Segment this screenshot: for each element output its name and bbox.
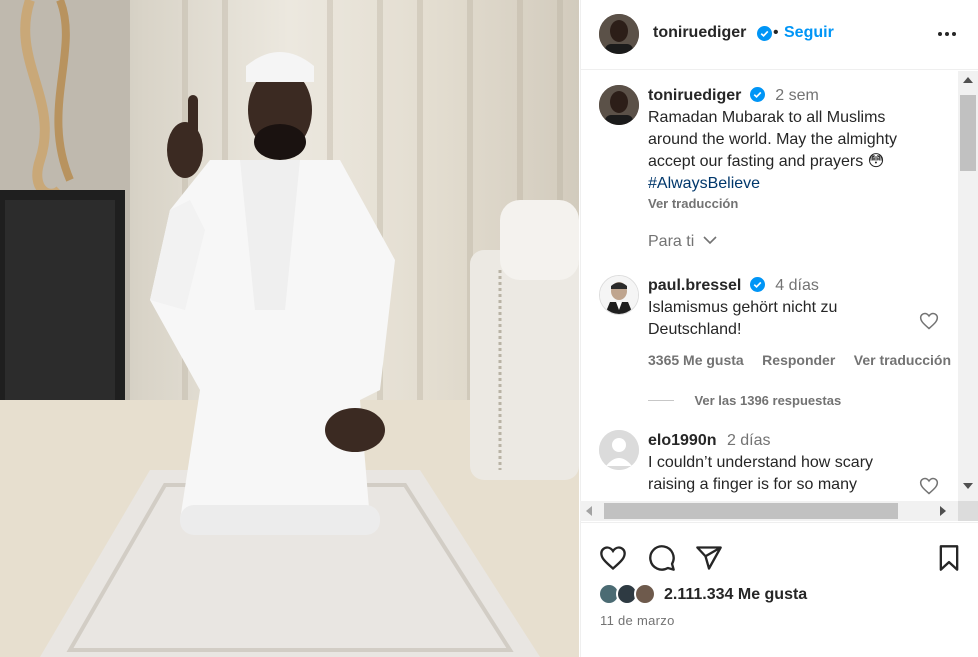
caption-text-line: Ramadan Mubarak to all Muslims [648,109,886,126]
verified-badge-icon [749,87,765,102]
photo-illustration [0,0,579,657]
scroll-up-arrow-icon[interactable] [963,77,973,83]
comment-text-line: Deutschland! [648,321,742,338]
view-replies-label: Ver las 1396 respuestas [694,393,842,408]
comments-vertical-scrollbar[interactable] [958,71,978,501]
comment-time[interactable]: 4 días [775,277,819,294]
commenter-avatar[interactable] [599,430,639,470]
comment-translate-link[interactable]: Ver traducción [854,352,951,368]
verified-badge-icon [757,26,772,41]
chevron-down-icon [703,236,717,245]
caption: toniruediger 2 sem Ramadan Mubarak to al… [648,85,948,211]
caption-translate-link[interactable]: Ver traducción [648,196,948,211]
post-photo[interactable] [0,0,579,657]
caption-time[interactable]: 2 sem [775,87,819,104]
for-you-toggle[interactable]: Para ti [648,231,978,253]
verified-badge-icon [749,277,765,292]
comment-text-line: raising a finger is for so many [648,476,857,493]
follow-button[interactable]: Seguir [784,24,834,42]
comment-text-line: I couldn’t understand how scary [648,454,874,471]
commenter-avatar[interactable] [599,275,639,315]
post-header: toniruediger • Seguir [581,0,978,70]
scroll-down-arrow-icon[interactable] [963,483,973,489]
comment-bubble-icon[interactable] [648,544,676,572]
caption-username[interactable]: toniruediger [648,87,741,104]
replies-line [648,400,674,401]
caption-avatar[interactable] [599,85,639,125]
caption-text-line: around the world. May the almighty [648,131,898,148]
liker-avatar[interactable] [634,583,656,605]
comment-item: elo1990n 2 días I couldn’t understand ho… [648,430,938,496]
author-username[interactable]: toniruediger [653,24,746,42]
post-actions: 2.111.334 Me gusta 11 de marzo [580,522,978,657]
comment-like-heart-icon[interactable] [919,311,939,331]
likes-count[interactable]: 2.111.334 Me gusta [664,586,807,604]
comment-meta: 3365 Me gusta Responder Ver traducción [648,352,958,370]
scroll-thumb[interactable] [960,95,976,171]
comment-username[interactable]: elo1990n [648,432,716,449]
comments-horizontal-scrollbar[interactable] [580,501,958,521]
scroll-thumb[interactable] [604,503,898,519]
comment-likes-count[interactable]: 3365 Me gusta [648,352,744,368]
comment-reply-button[interactable]: Responder [762,352,835,368]
view-replies[interactable]: Ver las 1396 respuestas [648,392,948,410]
separator-dot: • [773,24,779,41]
share-send-icon[interactable] [695,544,723,572]
for-you-label: Para ti [648,233,695,250]
scroll-right-arrow-icon[interactable] [940,506,946,516]
save-bookmark-icon[interactable] [935,544,963,572]
comment-item: paul.bressel 4 días Islamismus gehört ni… [648,275,938,341]
comment-like-heart-icon[interactable] [919,476,939,496]
like-heart-icon[interactable] [599,544,627,572]
comments-list[interactable]: toniruediger 2 sem Ramadan Mubarak to al… [581,71,978,501]
comment-text-line: Islamismus gehört nicht zu [648,299,838,316]
more-horizontal-icon[interactable] [935,24,959,44]
scrollbar-corner [958,501,978,521]
comment-username[interactable]: paul.bressel [648,277,741,294]
author-avatar[interactable] [599,14,639,54]
caption-hashtag[interactable]: #AlwaysBelieve [648,173,948,195]
comment-time[interactable]: 2 días [727,432,771,449]
post-date[interactable]: 11 de marzo [600,613,675,628]
scroll-left-arrow-icon[interactable] [586,506,592,516]
caption-text-line: accept our fasting and prayers 😳 [648,153,885,170]
